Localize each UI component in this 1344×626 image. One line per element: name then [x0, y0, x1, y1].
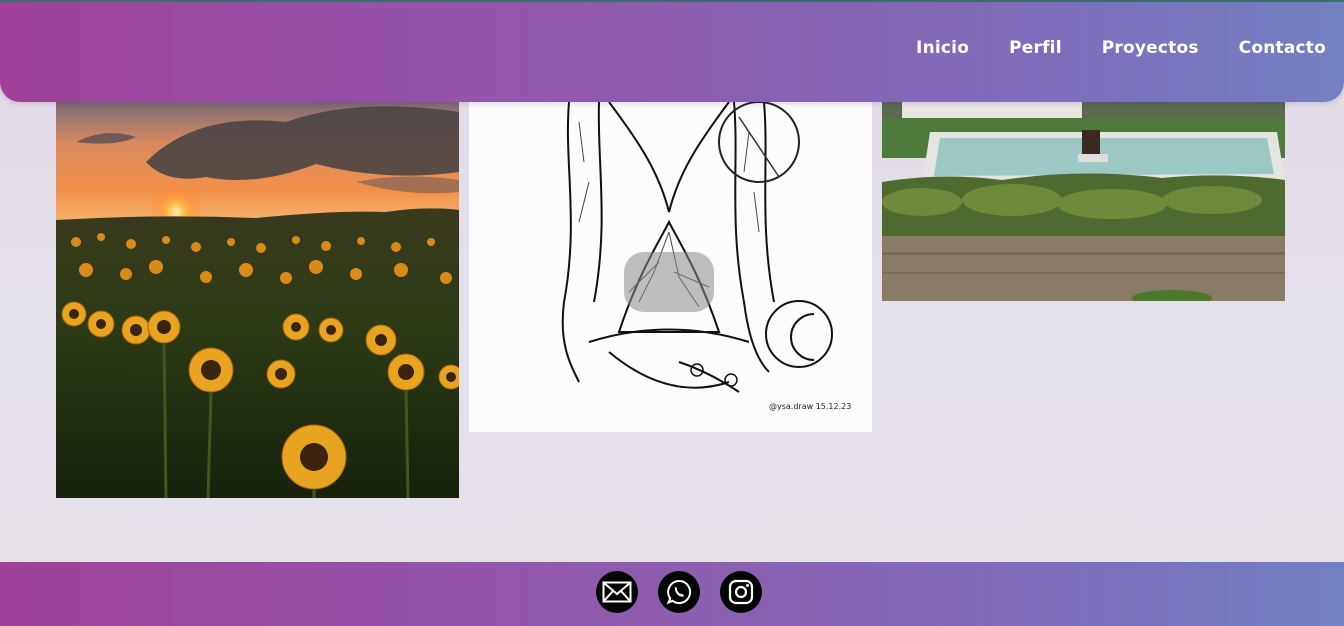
sunflower-photo	[56, 102, 459, 498]
nav-contacto[interactable]: Contacto	[1239, 38, 1326, 58]
gallery-image-drawing[interactable]: @ysa.draw 15.12.23	[469, 102, 872, 432]
hourglass-drawing: @ysa.draw 15.12.23	[469, 102, 872, 432]
nav-perfil[interactable]: Perfil	[1009, 38, 1062, 58]
gallery-image-sunflowers[interactable]	[56, 102, 459, 498]
whatsapp-icon[interactable]	[658, 571, 700, 613]
nav-inicio[interactable]: Inicio	[916, 38, 969, 58]
nav-proyectos[interactable]: Proyectos	[1102, 38, 1199, 58]
social-links	[596, 571, 762, 613]
garden-photo	[882, 102, 1285, 301]
site-header: Inicio Perfil Proyectos Contacto	[0, 0, 1344, 102]
instagram-icon[interactable]	[720, 571, 762, 613]
drawing-signature: @ysa.draw 15.12.23	[769, 402, 851, 411]
main-nav: Inicio Perfil Proyectos Contacto	[916, 38, 1326, 58]
mail-icon[interactable]	[596, 571, 638, 613]
site-footer	[0, 562, 1344, 626]
gallery-image-garden[interactable]	[882, 102, 1285, 301]
